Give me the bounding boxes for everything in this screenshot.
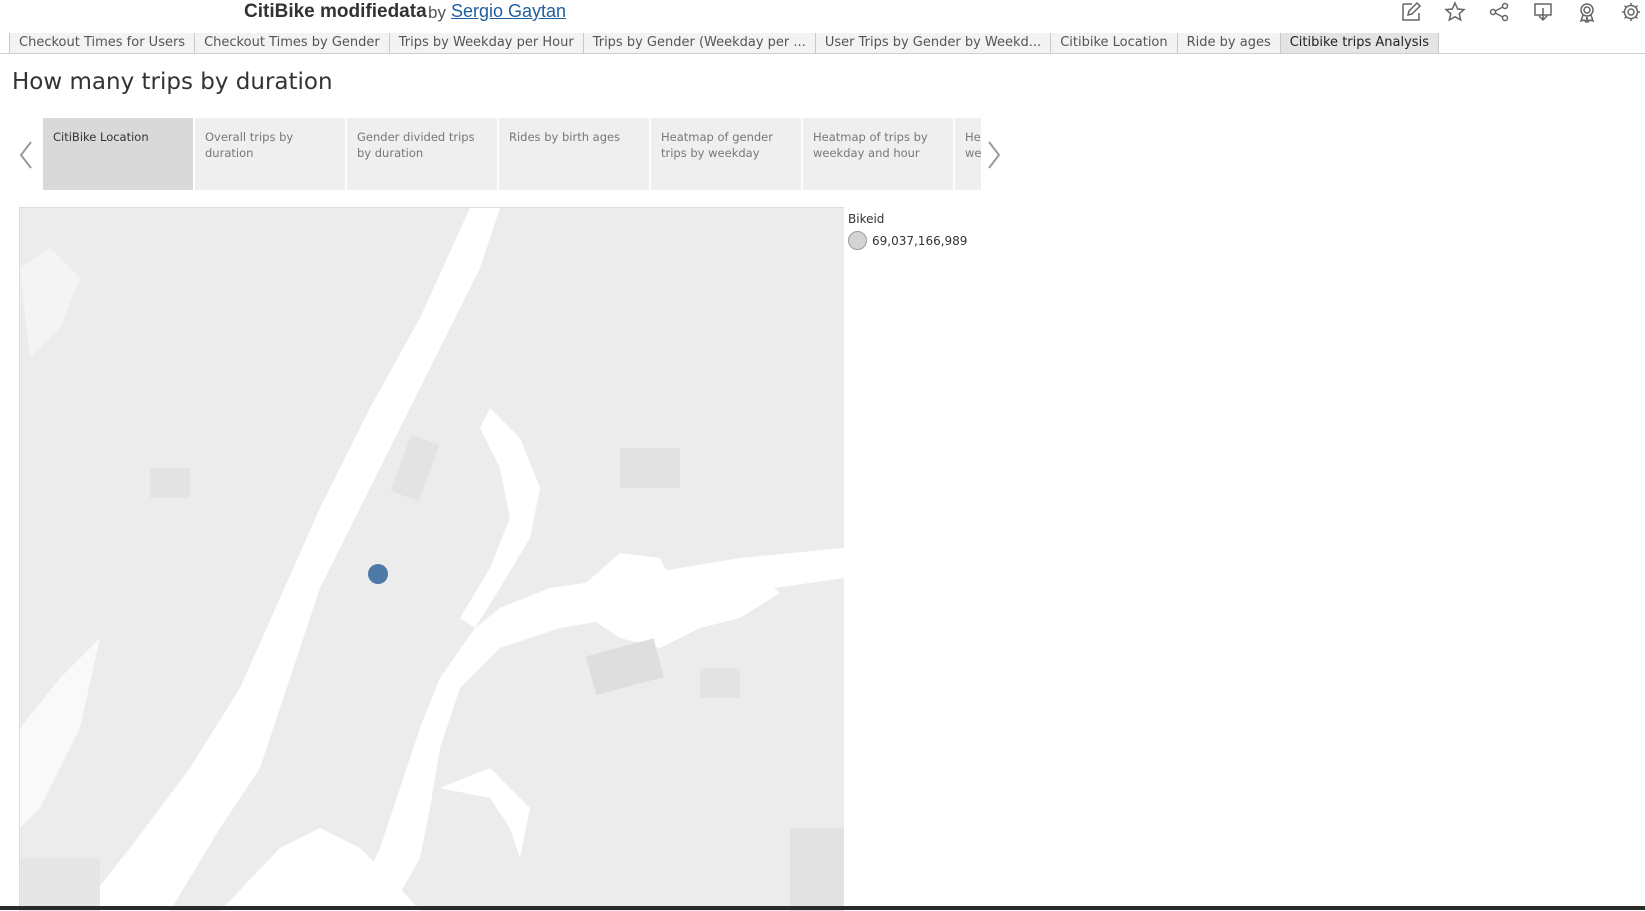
- star-icon[interactable]: [1441, 0, 1469, 24]
- tab-checkout-times-gender[interactable]: Checkout Times by Gender: [194, 33, 389, 53]
- sheet-tabs: Checkout Times for Users Checkout Times …: [9, 33, 1439, 53]
- legend-title: Bikeid: [848, 212, 885, 226]
- edit-icon[interactable]: [1397, 0, 1425, 24]
- bottom-bar: [0, 906, 1645, 910]
- tab-ride-by-ages[interactable]: Ride by ages: [1176, 33, 1280, 53]
- download-icon[interactable]: [1529, 0, 1557, 24]
- location-marker[interactable]: [368, 564, 388, 584]
- story-next-button[interactable]: [983, 138, 1005, 172]
- story-navigator: CitiBike Location Overall trips by durat…: [15, 118, 1001, 190]
- dashboard-title: How many trips by duration: [12, 69, 333, 95]
- tab-trips-gender-weekday[interactable]: Trips by Gender (Weekday per ...: [582, 33, 815, 53]
- size-legend: Bikeid 69,037,166,989: [848, 212, 967, 250]
- chevron-left-icon: [19, 141, 32, 169]
- story-point-gender-trips[interactable]: Gender divided trips by duration: [347, 118, 497, 190]
- legend-item: 69,037,166,989: [848, 231, 967, 250]
- legend-value: 69,037,166,989: [872, 233, 968, 248]
- map-view[interactable]: [19, 207, 844, 911]
- tab-citibike-trips-analysis[interactable]: Citibike trips Analysis: [1279, 33, 1439, 53]
- workbook-by: by: [428, 3, 446, 22]
- story-point-heatmap-weekday-hour[interactable]: Heatmap of trips by weekday and hour: [803, 118, 953, 190]
- tab-checkout-times-users[interactable]: Checkout Times for Users: [9, 33, 195, 53]
- gear-icon[interactable]: [1617, 0, 1645, 24]
- story-prev-button[interactable]: [15, 138, 37, 172]
- map-marks: [368, 564, 388, 584]
- badge-icon[interactable]: [1573, 0, 1601, 24]
- tab-user-trips-gender[interactable]: User Trips by Gender by Weekd...: [814, 33, 1051, 53]
- workbook-header: CitiBike modifiedata by Sergio Gaytan: [0, 0, 1645, 32]
- chevron-right-icon: [988, 141, 1001, 169]
- author-link[interactable]: Sergio Gaytan: [451, 1, 566, 22]
- toolbar: [1381, 0, 1645, 28]
- story-point-heatmap-weekday-gender[interactable]: Heatmap of trips by weekday and gender: [955, 118, 981, 190]
- tab-citibike-location[interactable]: Citibike Location: [1050, 33, 1177, 53]
- story-points: CitiBike Location Overall trips by durat…: [43, 118, 981, 190]
- story-point-birth-ages[interactable]: Rides by birth ages: [499, 118, 649, 190]
- story-point-heatmap-gender[interactable]: Heatmap of gender trips by weekday: [651, 118, 801, 190]
- story-point-overall-trips[interactable]: Overall trips by duration: [195, 118, 345, 190]
- legend-circle-icon: [848, 231, 867, 250]
- tab-trips-weekday-hour[interactable]: Trips by Weekday per Hour: [388, 33, 583, 53]
- share-icon[interactable]: [1485, 0, 1513, 24]
- tabs-divider: [0, 53, 1645, 54]
- workbook-title: CitiBike modifiedata: [244, 1, 427, 22]
- story-point-citibike-location[interactable]: CitiBike Location: [43, 118, 193, 190]
